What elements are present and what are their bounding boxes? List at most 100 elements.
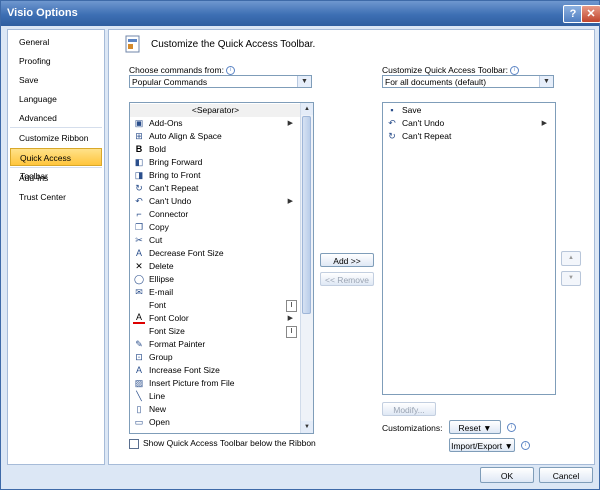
submenu-arrow-icon: ▶ [287,315,293,322]
list-item[interactable]: ↻ Can't Repeat [130,182,313,195]
submenu-arrow-icon: ▶ [287,120,293,127]
commands-scrollbar[interactable]: ▲ ▼ [300,103,313,433]
move-up-button[interactable]: ▲ [561,251,581,266]
list-item[interactable]: ⊡ Group [130,351,313,364]
visio-options-window: Visio Options ? ✕ General Proofing Save … [0,0,600,490]
decrease-font-icon: A [135,248,142,258]
commands-list[interactable]: <Separator> ▣ Add-Ons ▶ ⊞ Auto Align & Space B… [129,102,314,434]
scroll-thumb[interactable] [302,116,311,314]
list-item-label: Line [149,391,166,401]
show-below-ribbon-checkbox[interactable] [129,439,139,449]
list-item[interactable]: ◯ Ellipse [130,273,313,286]
help-button[interactable]: ? [563,5,583,23]
list-item[interactable]: A Font Color ▶ [130,312,313,325]
list-item[interactable]: ▯ New [130,403,313,416]
list-item-label: Bring Forward [149,157,203,167]
options-nav: General Proofing Save Language Advanced … [7,29,105,465]
connector-icon: ⌐ [136,209,142,219]
list-item[interactable]: ◨ Bring to Front [130,169,313,182]
list-item-label: E-mail [149,287,174,297]
list-item[interactable]: ▪ Save [383,104,555,117]
list-item[interactable]: ▨ Insert Picture from File [130,377,313,390]
nav-item-customize-ribbon[interactable]: Customize Ribbon [10,129,102,147]
increase-font-icon: A [135,365,142,375]
list-item[interactable]: ╲ Line [130,390,313,403]
choose-commands-dropdown[interactable]: Popular Commands ▼ [129,75,312,88]
move-down-button[interactable]: ▼ [561,271,581,286]
options-panel: Customize the Quick Access Toolbar. Choo… [108,29,595,465]
list-item[interactable]: ◧ Bring Forward [130,156,313,169]
customizations-label: Customizations: [382,423,443,433]
nav-item-general[interactable]: General [10,33,102,51]
nav-item-quick-access-toolbar[interactable]: Quick Access Toolbar [10,148,102,181]
list-item[interactable]: Font Size I [130,325,313,338]
submenu-arrow-icon: ▶ [541,120,547,127]
list-item[interactable]: ❐ Copy [130,221,313,234]
list-item[interactable]: ✉ E-mail [130,286,313,299]
save-icon: ▪ [390,105,394,115]
remove-button[interactable]: << Remove [320,272,374,286]
list-item[interactable]: ↻ Can't Repeat [383,130,555,143]
list-item[interactable]: ✕ Delete [130,260,313,273]
info-icon: i [507,423,516,432]
list-item-label: Cut [149,235,163,245]
nav-divider [10,167,102,168]
submenu-arrow-icon: ▶ [287,198,293,205]
list-item-label: Can't Undo [149,196,192,206]
list-item[interactable]: A Decrease Font Size [130,247,313,260]
list-item[interactable]: ▭ Open [130,416,313,429]
list-item[interactable]: ✎ Format Painter [130,338,313,351]
list-item[interactable]: ⊞ Auto Align & Space [130,130,313,143]
nav-item-proofing[interactable]: Proofing [10,52,102,70]
open-icon: ▭ [134,417,144,427]
list-item[interactable]: <Separator> [130,104,313,117]
chevron-down-icon: ▼ [297,76,311,87]
auto-align-icon: ⊞ [135,131,143,141]
list-item-label: Group [149,352,173,362]
add-ons-icon: ▣ [134,118,144,128]
toolbar-icon [125,35,141,53]
nav-item-add-ins[interactable]: Add-Ins [10,169,102,187]
modify-button[interactable]: Modify... [382,402,436,416]
format-painter-icon: ✎ [135,339,143,349]
cut-icon: ✂ [135,235,143,245]
list-item[interactable]: ✂ Cut [130,234,313,247]
info-icon: i [225,66,235,76]
scroll-up-arrow-icon[interactable]: ▲ [301,103,313,115]
customize-qat-dropdown[interactable]: For all documents (default) ▼ [382,75,554,88]
combo-box-icon: I [286,300,297,312]
nav-item-advanced[interactable]: Advanced [10,109,102,127]
list-item-label: Insert Picture from File [149,378,235,388]
list-item[interactable]: ▣ Add-Ons ▶ [130,117,313,130]
list-item[interactable]: ↶ Can't Undo ▶ [383,117,555,130]
list-item-label: Decrease Font Size [149,248,224,258]
list-item[interactable]: ⌐ Connector [130,208,313,221]
list-item[interactable]: B Bold [130,143,313,156]
window-title: Visio Options [7,7,78,19]
email-icon: ✉ [135,287,143,297]
list-item[interactable]: ↶ Can't Undo ▶ [130,195,313,208]
customize-qat-value: For all documents (default) [385,77,487,87]
list-item-label: Increase Font Size [149,365,220,375]
cancel-button[interactable]: Cancel [539,467,593,483]
nav-item-language[interactable]: Language [10,90,102,108]
nav-item-save[interactable]: Save [10,71,102,89]
list-item-label: Connector [149,209,189,219]
add-button[interactable]: Add >> [320,253,374,267]
qat-items-list[interactable]: ▪ Save ↶ Can't Undo ▶ ↻ Can't Repeat [382,102,556,395]
import-export-button[interactable]: Import/Export ▼ [449,438,515,452]
ok-button[interactable]: OK [480,467,534,483]
list-item[interactable]: A Increase Font Size [130,364,313,377]
choose-commands-label: Choose commands from: i [129,65,235,76]
reset-button[interactable]: Reset ▼ [449,420,501,434]
undo-icon: ↶ [135,196,143,206]
bring-forward-icon: ◧ [134,157,144,167]
list-item[interactable]: Font I [130,299,313,312]
list-item-label: Can't Undo [402,118,445,128]
scroll-down-arrow-icon[interactable]: ▼ [301,421,313,433]
list-item-label: Auto Align & Space [149,131,222,141]
undo-icon: ↶ [388,118,396,128]
nav-item-trust-center[interactable]: Trust Center [10,188,102,206]
close-button[interactable]: ✕ [581,5,600,23]
choose-commands-value: Popular Commands [132,77,208,87]
